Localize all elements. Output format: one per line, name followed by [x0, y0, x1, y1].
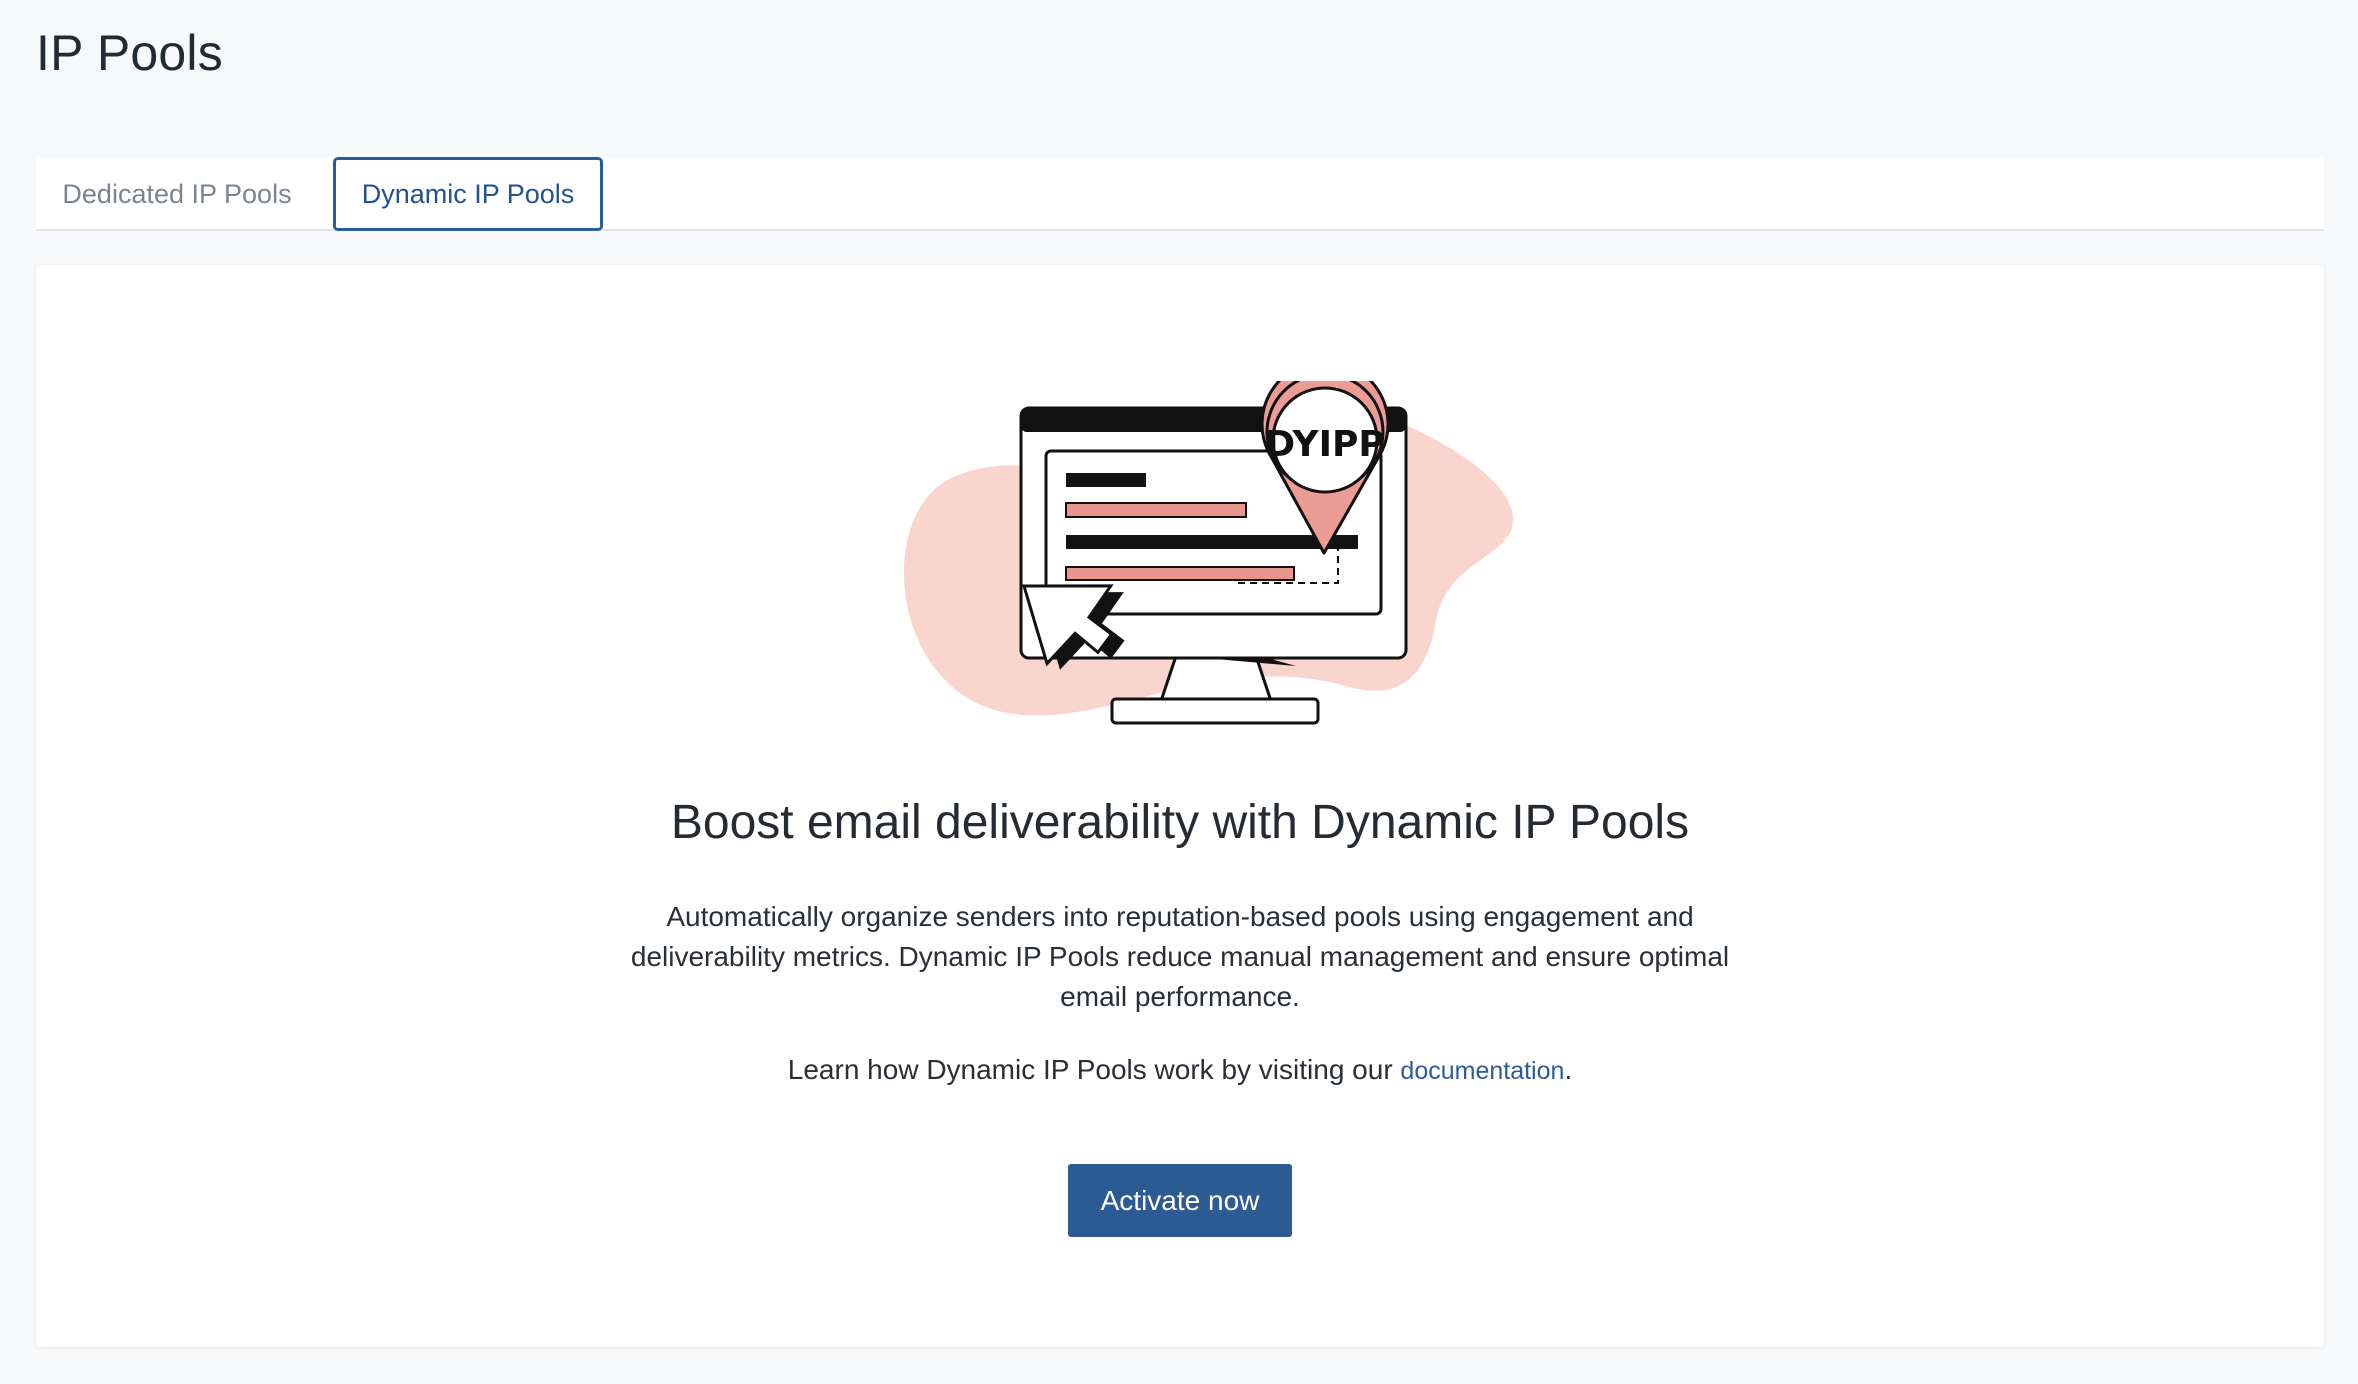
page-title: IP Pools: [36, 25, 223, 81]
learn-more-prefix: Learn how Dynamic IP Pools work by visit…: [787, 1054, 1401, 1085]
monitor-base: [1110, 697, 1320, 725]
monitor-location-pin-illustration: DYIPP: [903, 381, 1514, 725]
tab-dynamic-ip-pools[interactable]: Dynamic IP Pools: [333, 157, 603, 231]
monitor-stand: [1158, 654, 1274, 703]
tabs-bar: Dedicated IP Pools Dynamic IP Pools: [36, 157, 2324, 231]
pin-label: DYIPP: [1265, 424, 1385, 465]
tab-dedicated-ip-pools[interactable]: Dedicated IP Pools: [36, 157, 318, 231]
documentation-link[interactable]: documentation: [1400, 1057, 1564, 1085]
learn-more-suffix: .: [1564, 1054, 1573, 1085]
empty-state-headline: Boost email deliverability with Dynamic …: [670, 796, 1690, 849]
learn-more-text: Learn how Dynamic IP Pools work by visit…: [36, 1050, 2324, 1091]
activate-now-button[interactable]: Activate now: [1068, 1164, 1292, 1237]
empty-state-description: Automatically organize senders into repu…: [630, 901, 1730, 1012]
empty-state-card: DYIPP Boost email deliverability with Dy…: [36, 265, 2324, 1347]
